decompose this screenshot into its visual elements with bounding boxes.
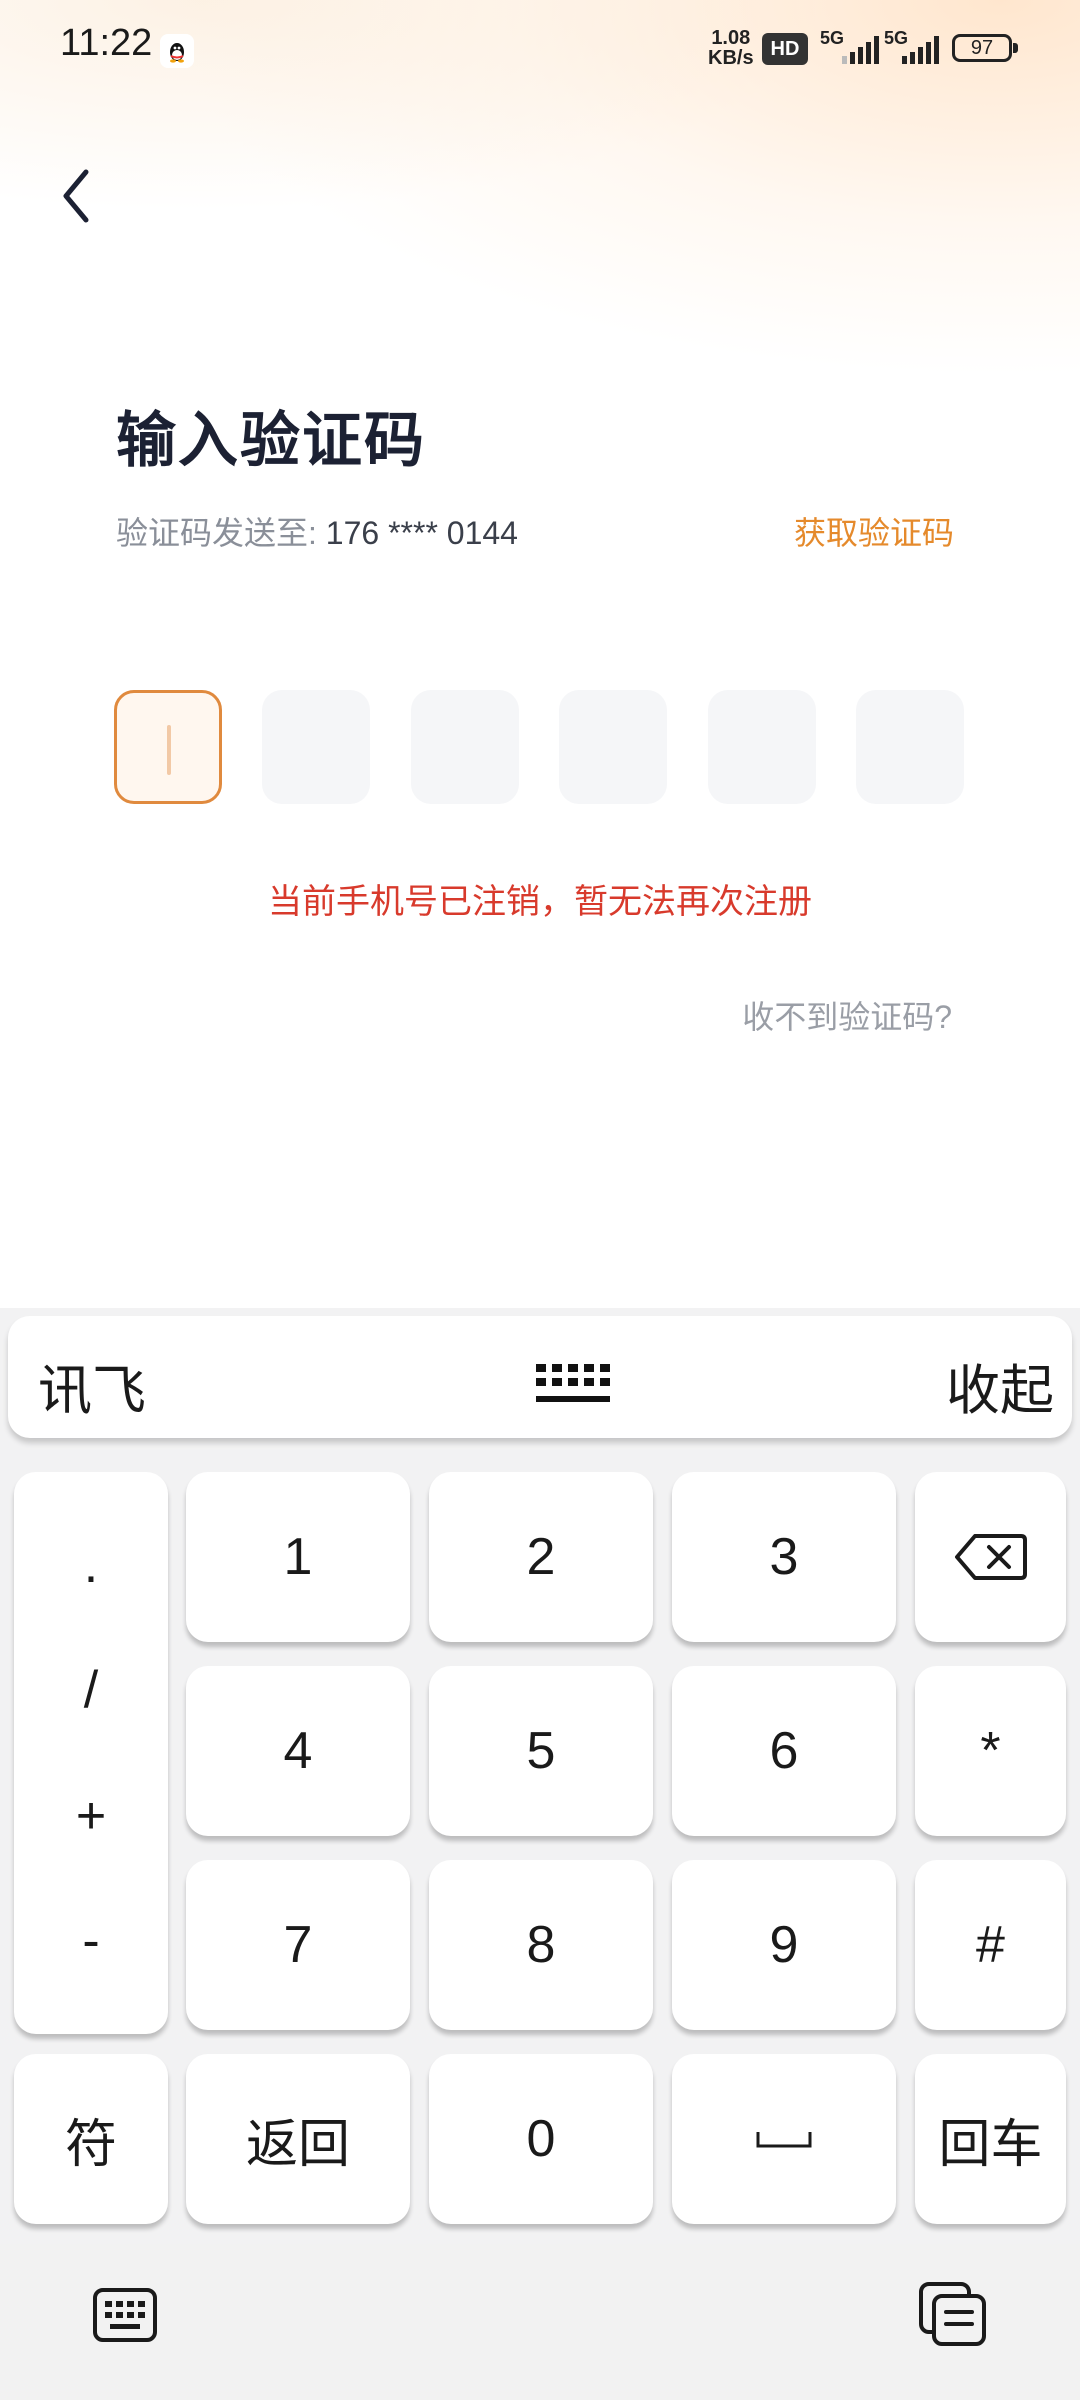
status-bar: 11:22 1.08 KB/s HD 5G 5G 97 [0, 0, 1080, 100]
error-message: 当前手机号已注销，暂无法再次注册 [268, 883, 812, 921]
code-digit-4[interactable] [559, 690, 667, 804]
key-7[interactable]: 7 [186, 1860, 410, 2030]
get-code-button[interactable]: 获取验证码 [794, 508, 954, 554]
key-6[interactable]: 6 [672, 1666, 896, 1836]
navigation-bar [0, 2244, 1080, 2400]
network-speed: 1.08 KB/s [708, 28, 754, 68]
clipboard-icon[interactable] [918, 2280, 988, 2348]
code-digit-6[interactable] [856, 690, 964, 804]
code-digit-2[interactable] [262, 690, 370, 804]
collapse-keyboard-button[interactable]: 收起 [946, 1346, 1054, 1425]
space-key[interactable] [672, 2054, 896, 2224]
battery-icon: 97 [952, 34, 1018, 62]
key-slash[interactable]: / [84, 1660, 98, 1720]
key-9[interactable]: 9 [672, 1860, 896, 2030]
symbols-key[interactable]: 符 [14, 2054, 168, 2224]
key-plus[interactable]: + [76, 1786, 106, 1846]
keyboard-switch-icon[interactable] [92, 2284, 158, 2346]
code-input-group[interactable] [114, 690, 966, 804]
sent-to-text: 验证码发送至: 176 **** 0144 [116, 508, 518, 554]
enter-key[interactable]: 回车 [915, 2054, 1066, 2224]
backspace-key[interactable] [915, 1472, 1066, 1642]
numeric-keyboard: 讯飞 收起 . / + - 1 2 3 4 5 6 * 7 8 9 # 符 返回… [0, 1308, 1080, 2400]
key-hash[interactable]: # [915, 1860, 1066, 2030]
net-speed-unit: KB/s [708, 47, 754, 69]
symbol-column[interactable]: . / + - [14, 1472, 168, 2034]
text-cursor [167, 725, 171, 775]
key-3[interactable]: 3 [672, 1472, 896, 1642]
hd-voice-icon: HD [762, 33, 808, 65]
code-digit-3[interactable] [411, 690, 519, 804]
code-digit-1[interactable] [114, 690, 222, 804]
qq-notification-icon [160, 34, 194, 68]
status-time: 11:22 [60, 22, 153, 64]
code-digit-5[interactable] [708, 690, 816, 804]
page-title: 输入验证码 [116, 407, 426, 474]
space-bar-icon [756, 2132, 812, 2148]
net-speed-value: 1.08 [711, 27, 751, 49]
key-2[interactable]: 2 [429, 1472, 653, 1642]
backspace-icon [954, 1534, 1027, 1580]
key-4[interactable]: 4 [186, 1666, 410, 1836]
verification-screen: 11:22 1.08 KB/s HD 5G 5G 97 输入验证码 验证码发送至… [0, 0, 1080, 2400]
key-8[interactable]: 8 [429, 1860, 653, 2030]
return-key[interactable]: 返回 [186, 2054, 410, 2224]
masked-phone-number: 176 **** 0144 [325, 515, 518, 551]
chevron-left-icon [63, 169, 89, 223]
key-1[interactable]: 1 [186, 1472, 410, 1642]
sent-to-label: 验证码发送至: [116, 515, 326, 551]
back-button[interactable] [52, 160, 112, 230]
key-0[interactable]: 0 [429, 2054, 653, 2224]
key-minus[interactable]: - [82, 1911, 99, 1971]
key-5[interactable]: 5 [429, 1666, 653, 1836]
keyboard-toolbar: 讯飞 收起 [8, 1316, 1072, 1438]
key-dot[interactable]: . [84, 1535, 98, 1595]
keyboard-layout-icon[interactable] [528, 1356, 618, 1416]
key-star[interactable]: * [915, 1666, 1066, 1836]
no-code-help-link[interactable]: 收不到验证码? [742, 992, 952, 1038]
ime-name-button[interactable]: 讯飞 [38, 1346, 146, 1425]
